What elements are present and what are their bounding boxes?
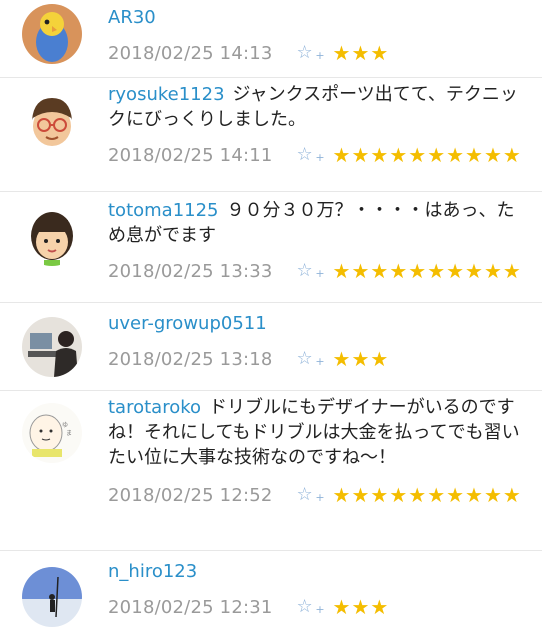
comment-meta: 2018/02/25 12:52 ☆ + ★★★★★★★★★★: [108, 484, 528, 506]
plus-icon: +: [315, 491, 325, 504]
timestamp: 2018/02/25 13:18: [108, 348, 273, 370]
add-star-button[interactable]: ☆ +: [296, 144, 325, 166]
comment-item: n_hiro123 2018/02/25 12:31 ☆ + ★★★: [0, 551, 542, 640]
svg-text:ゆ: ゆ: [62, 422, 68, 429]
comment-meta: 2018/02/25 14:11 ☆ + ★★★★★★★★★★: [108, 144, 528, 166]
star-rating[interactable]: ★★★: [333, 42, 390, 64]
add-star-button[interactable]: ☆ +: [296, 596, 325, 618]
plus-icon: +: [315, 49, 325, 62]
username-link[interactable]: tarotaroko: [108, 397, 201, 418]
star-outline-icon: ☆: [296, 484, 313, 505]
comment-line: tarotaroko ドリブルにもデザイナーがいるのですね！それにしてもドリブルは…: [108, 395, 528, 470]
bird-avatar[interactable]: [22, 4, 82, 64]
star-rating[interactable]: ★★★: [333, 596, 390, 618]
svg-text:ま: ま: [66, 430, 72, 437]
add-star-button[interactable]: ☆ +: [296, 484, 325, 506]
comment-line: ryosuke1123 ジャンクスポーツ出てて、テクニックにびっくりしました。: [108, 82, 528, 132]
star-rating[interactable]: ★★★★★★★★★★: [333, 484, 522, 506]
comment-line: AR30: [108, 5, 528, 30]
username-link[interactable]: totoma1125: [108, 200, 219, 221]
comment-item: totoma1125 ９０分３０万？・・・・はあっ、ため息がでます 2018/02…: [0, 192, 542, 303]
plus-icon: +: [315, 151, 325, 164]
girl-avatar[interactable]: [22, 206, 82, 266]
comment-item: ゆ ま tarotaroko ドリブルにもデザイナーがいるのですね！それにしてもド…: [0, 391, 542, 551]
comment-item: ryosuke1123 ジャンクスポーツ出てて、テクニックにびっくりしました。 2…: [0, 78, 542, 192]
photo-avatar[interactable]: [22, 317, 82, 377]
comment-line: uver-growup0511: [108, 311, 528, 336]
star-outline-icon: ☆: [296, 348, 313, 369]
add-star-button[interactable]: ☆ +: [296, 348, 325, 370]
star-rating[interactable]: ★★★: [333, 348, 390, 370]
timestamp: 2018/02/25 12:31: [108, 596, 273, 618]
star-outline-icon: ☆: [296, 144, 313, 165]
plus-icon: +: [315, 355, 325, 368]
comment-meta: 2018/02/25 12:31 ☆ + ★★★: [108, 596, 528, 618]
comment-list: AR30 2018/02/25 14:13 ☆ + ★★★ ryosuke1123: [0, 0, 542, 640]
baby-sketch-avatar[interactable]: ゆ ま: [22, 403, 82, 463]
plus-icon: +: [315, 267, 325, 280]
comment-meta: 2018/02/25 13:18 ☆ + ★★★: [108, 348, 528, 370]
username-link[interactable]: uver-growup0511: [108, 313, 267, 334]
star-rating[interactable]: ★★★★★★★★★★: [333, 260, 522, 282]
username-link[interactable]: ryosuke1123: [108, 84, 225, 105]
star-outline-icon: ☆: [296, 260, 313, 281]
add-star-button[interactable]: ☆ +: [296, 260, 325, 282]
comment-meta: 2018/02/25 13:33 ☆ + ★★★★★★★★★★: [108, 260, 528, 282]
star-outline-icon: ☆: [296, 42, 313, 63]
timestamp: 2018/02/25 14:11: [108, 144, 273, 166]
snow-photo-avatar[interactable]: [22, 567, 82, 627]
comment-meta: 2018/02/25 14:13 ☆ + ★★★: [108, 42, 528, 64]
star-rating[interactable]: ★★★★★★★★★★: [333, 144, 522, 166]
timestamp: 2018/02/25 13:33: [108, 260, 273, 282]
timestamp: 2018/02/25 14:13: [108, 42, 273, 64]
add-star-button[interactable]: ☆ +: [296, 42, 325, 64]
comment-item: AR30 2018/02/25 14:13 ☆ + ★★★: [0, 0, 542, 78]
star-outline-icon: ☆: [296, 596, 313, 617]
timestamp: 2018/02/25 12:52: [108, 484, 273, 506]
comment-item: uver-growup0511 2018/02/25 13:18 ☆ + ★★★: [0, 303, 542, 391]
glasses-man-avatar[interactable]: [22, 92, 82, 152]
comment-line: n_hiro123: [108, 559, 528, 584]
username-link[interactable]: n_hiro123: [108, 561, 197, 582]
username-link[interactable]: AR30: [108, 7, 156, 28]
comment-line: totoma1125 ９０分３０万？・・・・はあっ、ため息がでます: [108, 198, 528, 248]
plus-icon: +: [315, 603, 325, 616]
